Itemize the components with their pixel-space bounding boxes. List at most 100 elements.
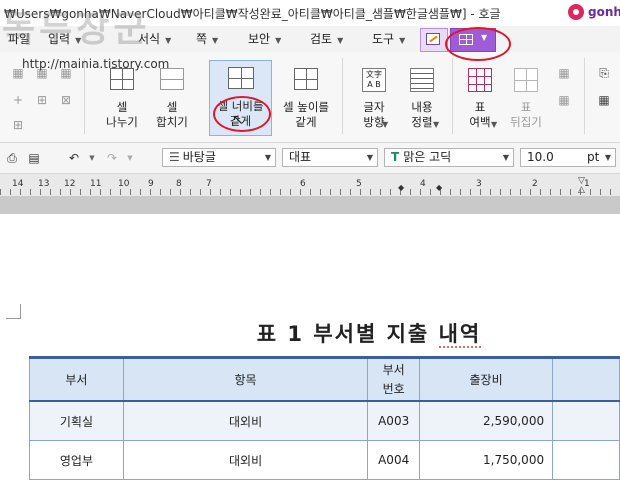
- ruler-number: 2: [532, 179, 538, 189]
- font-group-dropdown[interactable]: 대표 ▼: [282, 148, 378, 167]
- table-margin-button[interactable]: 표 여백 ▼: [458, 62, 502, 134]
- table-cell[interactable]: [552, 400, 620, 441]
- table-header-cell[interactable]: 출장비: [419, 356, 554, 402]
- spellcheck-word: 내역: [438, 322, 482, 348]
- watermark-url: http://mainia.tistory.com: [22, 57, 170, 71]
- chevron-down-icon: ▼: [604, 153, 611, 162]
- table-header-cell[interactable]: 부서 번호: [367, 356, 421, 402]
- table-cell[interactable]: 2,590,000: [419, 400, 554, 441]
- ruler-number: 9: [148, 179, 154, 189]
- style-dropdown[interactable]: ☰ 바탕글 ▼: [162, 148, 276, 167]
- chevron-down-icon: ▼: [165, 36, 172, 45]
- content-align-icon: [410, 68, 434, 92]
- table-cell[interactable]: A003: [367, 400, 421, 441]
- cell-props-icon[interactable]: ▦: [556, 93, 572, 107]
- table-cell[interactable]: 기획실: [29, 400, 124, 441]
- indent-marker-icon[interactable]: ▽ △: [578, 177, 588, 197]
- ruler-number: 5: [356, 179, 362, 189]
- ruler-number: 10: [118, 179, 130, 189]
- drawing-tab[interactable]: [420, 28, 448, 52]
- chevron-down-icon: ▼: [264, 153, 271, 162]
- chevron-down-icon[interactable]: ▼: [84, 151, 100, 165]
- divider: [584, 58, 585, 134]
- table-cell[interactable]: 대외비: [122, 400, 369, 441]
- menu-security[interactable]: 보안 ▼: [248, 30, 281, 47]
- cell-merge-button[interactable]: 셀 합치기: [148, 62, 196, 134]
- menu-tools[interactable]: 도구 ▼: [372, 30, 405, 47]
- table-header-row: 부서 항목 부서 번호 출장비: [29, 356, 620, 402]
- equal-cell-height-button[interactable]: 셀 높이를 같게: [274, 62, 338, 134]
- ruler-number: 7: [206, 179, 212, 189]
- cell-merge-icon: [160, 68, 184, 90]
- chevron-down-icon: ▼: [337, 36, 344, 45]
- edit-pen-icon: [426, 33, 440, 45]
- chevron-down-icon: ▼: [491, 120, 498, 129]
- tab-marker-icon[interactable]: ◆: [398, 183, 404, 192]
- table-props-icon[interactable]: ▦: [556, 66, 572, 80]
- font-size-field[interactable]: 10.0 pt ▼: [520, 148, 616, 167]
- divider: [452, 58, 453, 134]
- ruler-number: 12: [64, 179, 76, 189]
- chevron-down-icon: ▼: [382, 120, 389, 129]
- ruler-number: 4: [420, 179, 426, 189]
- ruler-number: 14: [12, 179, 24, 189]
- style-icon: ☰: [169, 150, 180, 164]
- table-row: 기획실 대외비 A003 2,590,000: [29, 400, 620, 441]
- cell-split-icon: [110, 68, 134, 90]
- chevron-down-icon: ▼: [212, 36, 219, 45]
- annotation-circle: [445, 27, 511, 61]
- expense-table[interactable]: 부서 항목 부서 번호 출장비 기획실 대외비 A003 2,590,000 영…: [29, 356, 620, 480]
- account-name[interactable]: gonha: [588, 5, 620, 19]
- add-cells-icon[interactable]: ⊞: [34, 93, 50, 107]
- ruler-number: 13: [38, 179, 50, 189]
- print-icon[interactable]: ⎙: [4, 151, 20, 165]
- table-cell[interactable]: 1,750,000: [419, 440, 554, 480]
- font-dropdown[interactable]: T 맑은 고딕 ▼: [384, 148, 514, 167]
- chevron-down-icon: ▼: [399, 36, 406, 45]
- table-flip-button[interactable]: 표 뒤집기: [504, 62, 548, 134]
- table-cell[interactable]: A004: [367, 440, 421, 480]
- equal-height-icon: [294, 68, 318, 90]
- text-direction-button[interactable]: 文字 A B 글자 방향 ▼: [352, 62, 396, 134]
- ruler-number: 3: [476, 179, 482, 189]
- ruler-number: 8: [176, 179, 182, 189]
- mouse-cursor-icon: ↖: [232, 112, 244, 128]
- menu-review[interactable]: 검토 ▼: [310, 30, 343, 47]
- table-caption[interactable]: 표 1 부서별 지출 내역: [0, 318, 620, 348]
- menu-page[interactable]: 쪽 ▼: [196, 30, 218, 47]
- table-margin-icon: [468, 68, 492, 92]
- table-cell[interactable]: 대외비: [122, 440, 369, 480]
- cell-split-button[interactable]: 셀 나누기: [98, 62, 146, 134]
- table-cell[interactable]: 영업부: [29, 440, 124, 480]
- text-direction-icon: 文字 A B: [362, 68, 386, 92]
- insert-table-icon[interactable]: ⊞: [10, 118, 26, 132]
- chevron-down-icon: ▼: [275, 36, 282, 45]
- table-cell[interactable]: [552, 440, 620, 480]
- table-row: 영업부 대외비 A004 1,750,000: [29, 440, 620, 480]
- page-gap: [0, 196, 620, 214]
- formula-icon[interactable]: ⎘: [596, 66, 612, 80]
- margin-corner-mark: [6, 304, 21, 319]
- hancom-logo-icon: [568, 4, 584, 20]
- chevron-down-icon[interactable]: ▼: [122, 151, 138, 165]
- table-flip-icon: [514, 68, 538, 92]
- undo-icon[interactable]: ↶: [66, 151, 82, 165]
- table-header-cell[interactable]: 항목: [122, 356, 369, 402]
- remove-cells-icon[interactable]: ⊠: [58, 93, 74, 107]
- chevron-down-icon: ▼: [502, 153, 509, 162]
- ruler-number: 11: [90, 179, 102, 189]
- watermark-title: 독두장군: [2, 9, 151, 50]
- add-icon[interactable]: +: [10, 93, 26, 107]
- equal-width-icon: [228, 67, 254, 89]
- table-header-cell[interactable]: 부서: [29, 356, 124, 402]
- content-align-button[interactable]: 내용 정렬 ▼: [400, 62, 444, 134]
- preview-icon[interactable]: ▤: [26, 151, 42, 165]
- table-calc-icon[interactable]: ▦: [596, 93, 612, 107]
- divider: [342, 58, 343, 134]
- truetype-icon: T: [391, 150, 400, 164]
- tab-marker-icon[interactable]: ◆: [436, 183, 442, 192]
- redo-icon[interactable]: ↷: [104, 151, 120, 165]
- ruler-ticks: [0, 189, 620, 195]
- ruler-number: 6: [300, 179, 306, 189]
- table-header-cell[interactable]: [552, 356, 620, 402]
